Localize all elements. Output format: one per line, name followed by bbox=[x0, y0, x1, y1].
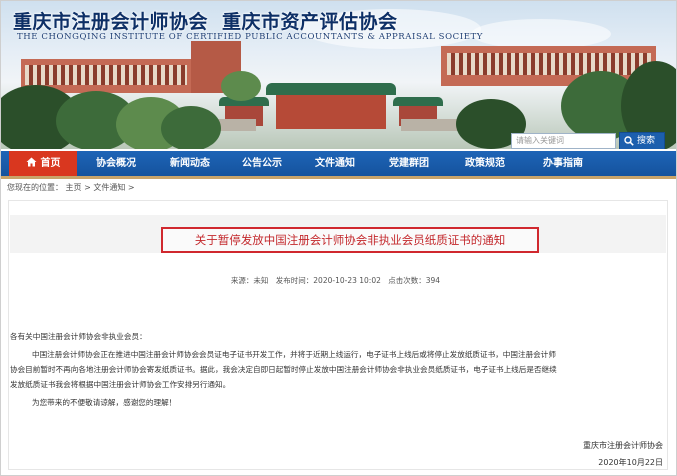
site-title-cn: 重庆市注册会计师协会 重庆市资产评估协会 bbox=[13, 7, 398, 34]
nav-party[interactable]: 党建群团 bbox=[371, 151, 447, 176]
home-icon bbox=[26, 157, 36, 167]
search-icon bbox=[624, 135, 634, 146]
nav-home-label: 首页 bbox=[40, 158, 61, 169]
nav-notices[interactable]: 文件通知 bbox=[299, 151, 371, 176]
article-date: 2020年10月22日 bbox=[598, 458, 663, 467]
nav-policy[interactable]: 政策规范 bbox=[447, 151, 523, 176]
breadcrumb-separator: > bbox=[127, 183, 135, 192]
breadcrumb-section-link[interactable]: 文件通知 bbox=[93, 183, 125, 192]
article-paragraph-line: 发放纸质证书我会将根据中国注册会计师协会工作安排另行通知。 bbox=[10, 380, 231, 389]
building-windows bbox=[447, 53, 651, 75]
nav-guide[interactable]: 办事指南 bbox=[523, 151, 603, 176]
article-salutation: 各有关中国注册会计师协会非执业会员： bbox=[10, 332, 147, 341]
nav-home[interactable]: 首页 bbox=[9, 151, 77, 176]
article-closing: 为您带来的不便敬请谅解，感谢您的理解！ bbox=[32, 398, 177, 407]
breadcrumb-prefix: 您现在的位置： bbox=[7, 183, 63, 192]
pavilion-roof bbox=[393, 97, 443, 106]
header-banner: 重庆市注册会计师协会 重庆市资产评估协会 THE CHONGQING INSTIT… bbox=[1, 1, 676, 149]
central-hall bbox=[276, 93, 386, 129]
article-meta: 来源：未知 发布时间：2020-10-23 10:02 点击次数：394 bbox=[9, 275, 667, 286]
article-panel: 关于暂停发放中国注册会计师协会非执业会员纸质证书的通知 来源：未知 发布时间：2… bbox=[8, 200, 668, 470]
main-nav: 首页 协会概况 新闻动态 公告公示 文件通知 党建群团 政策规范 办事指南 bbox=[1, 151, 676, 179]
breadcrumb-separator: > bbox=[84, 183, 91, 192]
breadcrumb: 您现在的位置： 主页 > 文件通知 > bbox=[7, 182, 135, 193]
article-title: 关于暂停发放中国注册会计师协会非执业会员纸质证书的通知 bbox=[161, 227, 539, 253]
nav-about[interactable]: 协会概况 bbox=[77, 151, 155, 176]
article-signature: 重庆市注册会计师协会 bbox=[583, 441, 663, 450]
article-paragraph-line: 协会目前暂时不再向各地注册会计师协会寄发纸质证书。据此，我会决定自即日起暂时停止… bbox=[10, 365, 557, 374]
meta-source: 来源：未知 bbox=[230, 276, 269, 285]
central-hall-roof bbox=[266, 83, 396, 95]
building-windows bbox=[25, 65, 187, 85]
wall bbox=[401, 119, 461, 131]
meta-published: 发布时间：2020-10-23 10:02 bbox=[275, 276, 381, 285]
article-paragraph-line: 中国注册会计师协会正在推进中国注册会计师协会会员证电子证书开发工作，并将于近期上… bbox=[32, 350, 556, 359]
cloud bbox=[471, 19, 611, 49]
nav-announcements[interactable]: 公告公示 bbox=[225, 151, 299, 176]
title-cicpa: 重庆市注册会计师协会 bbox=[13, 11, 209, 33]
tree bbox=[221, 71, 261, 101]
search-button-label: 搜索 bbox=[637, 136, 656, 146]
meta-views: 点击次数：394 bbox=[388, 276, 441, 285]
search-button[interactable]: 搜索 bbox=[619, 132, 665, 149]
nav-news[interactable]: 新闻动态 bbox=[155, 151, 225, 176]
breadcrumb-home-link[interactable]: 主页 bbox=[66, 183, 82, 192]
search-input[interactable]: 请输入关键词 bbox=[511, 133, 616, 149]
title-appraisal: 重庆市资产评估协会 bbox=[222, 11, 398, 33]
tree bbox=[161, 106, 221, 149]
site-title-en: THE CHONGQING INSTITUTE OF CERTIFIED PUB… bbox=[17, 32, 484, 42]
